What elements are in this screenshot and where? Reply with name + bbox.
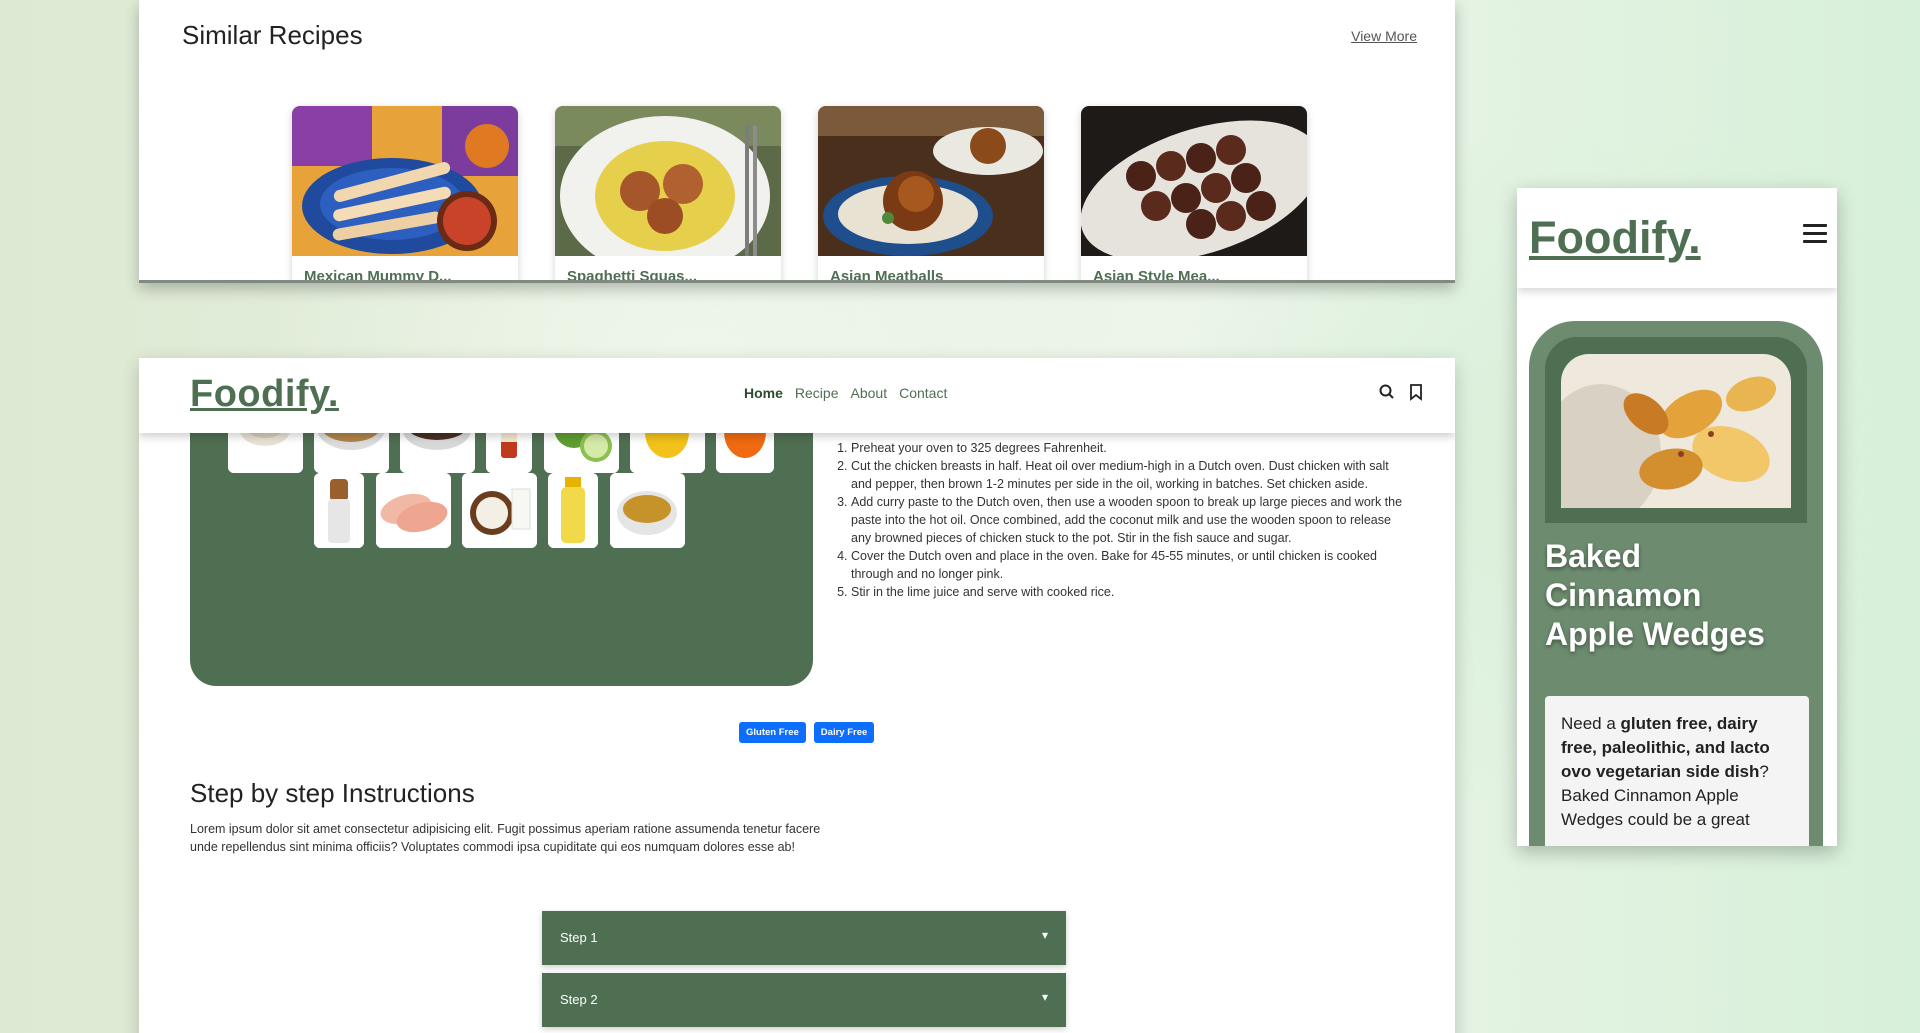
accordion-label: Step 1: [560, 930, 598, 945]
instructions-description: Lorem ipsum dolor sit amet consectetur a…: [190, 822, 821, 854]
accordion-label: Step 2: [560, 992, 598, 1007]
method-step: Cover the Dutch oven and place in the ov…: [851, 547, 1411, 583]
recipe-card-title: Mexican Mummy D...: [304, 268, 452, 283]
method-step: Preheat your oven to 325 degrees Fahrenh…: [851, 439, 1411, 457]
tag-dairy-free: Dairy Free: [813, 722, 875, 743]
bookmark-icon[interactable]: [1406, 382, 1426, 402]
nav-link-contact[interactable]: Contact: [899, 385, 947, 401]
recipe-card-title: Spaghetti Squas...: [567, 268, 698, 283]
ingredient-curry-paste-icon: [610, 473, 685, 548]
search-icon[interactable]: [1377, 382, 1397, 402]
mobile-description-card: Need a gluten free, dairy free, paleolit…: [1545, 696, 1809, 846]
navbar: Foodify. Home Recipe About Contact: [139, 358, 1455, 433]
diet-tags: Gluten Free Dairy Free: [739, 722, 875, 743]
chevron-down-icon: ▾: [1041, 928, 1048, 942]
ingredient-coconut-milk-icon: [462, 473, 537, 548]
nav-link-home[interactable]: Home: [744, 385, 783, 401]
accordion-step-2[interactable]: Step 2 ▾: [542, 973, 1066, 1027]
method-steps: Preheat your oven to 325 degrees Fahrenh…: [831, 439, 1411, 601]
recipe-image: [292, 106, 518, 256]
mobile-logo[interactable]: Foodify.: [1529, 212, 1701, 264]
nav-links: Home Recipe About Contact: [744, 385, 947, 401]
logo[interactable]: Foodify.: [190, 373, 339, 416]
mobile-hero: Baked Cinnamon Apple Wedges Need a glute…: [1529, 321, 1823, 846]
nav-link-about[interactable]: About: [851, 385, 888, 401]
method-step: Cut the chicken breasts in half. Heat oi…: [851, 457, 1411, 493]
recipe-card-title: Asian Meatballs: [830, 268, 944, 283]
ingredient-oil-bottle-icon: [548, 473, 598, 548]
ingredients-box: [190, 398, 813, 686]
mobile-hero-title: Baked Cinnamon Apple Wedges: [1545, 538, 1765, 652]
mobile-header: Foodify.: [1517, 188, 1837, 288]
recipe-card-mexican-mummy[interactable]: Mexican Mummy D...: [292, 106, 518, 283]
similar-recipes-title: Similar Recipes: [182, 20, 363, 50]
nav-link-recipe[interactable]: Recipe: [795, 385, 839, 401]
recipe-image: [555, 106, 781, 256]
mobile-preview-panel: Foodify. Baked Cinnamon Apple Wedges Nee…: [1517, 188, 1837, 846]
ingredient-pepper-grinder-icon: [314, 473, 364, 548]
recipe-detail-panel: Foodify. Home Recipe About Contact 1. Pr…: [139, 358, 1455, 1033]
recipe-card-asian-meatballs[interactable]: Asian Meatballs: [818, 106, 1044, 283]
accordion-step-1[interactable]: Step 1 ▾: [542, 911, 1066, 965]
hero-image: [1561, 354, 1791, 508]
description-prefix: Need a: [1561, 714, 1621, 733]
view-more-link[interactable]: View More: [1351, 28, 1417, 44]
chevron-down-icon: ▾: [1041, 990, 1048, 1004]
recipe-image: [818, 106, 1044, 256]
recipe-card-title: Asian Style Mea...: [1093, 268, 1220, 283]
instructions-title: Step by step Instructions: [190, 778, 475, 808]
method-step: Stir in the lime juice and serve with co…: [851, 583, 1411, 601]
tag-gluten-free: Gluten Free: [739, 722, 806, 743]
recipe-card-asian-style-meatballs[interactable]: Asian Style Mea...: [1081, 106, 1307, 283]
hamburger-menu-icon[interactable]: [1803, 224, 1827, 244]
method-step: Add curry paste to the Dutch oven, then …: [851, 493, 1411, 547]
ingredient-chicken-breast-icon: [376, 473, 451, 548]
recipe-image: [1081, 106, 1307, 256]
similar-recipes-panel: Similar Recipes View More Mexican Mummy …: [139, 0, 1455, 283]
recipe-card-spaghetti-squash[interactable]: Spaghetti Squas...: [555, 106, 781, 283]
